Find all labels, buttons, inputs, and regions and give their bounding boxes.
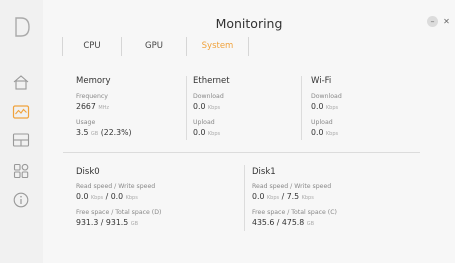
disk0-write-number: 0.0	[110, 192, 124, 201]
tab-bar: CPU GPU System	[62, 37, 249, 56]
tab-cpu[interactable]: CPU	[62, 37, 121, 56]
disk0-free-number: 931.3	[76, 218, 99, 227]
disk0-space-label: Free space / Total space (D)	[76, 209, 162, 216]
wifi-download-value: 0.0 Kbps	[311, 102, 338, 111]
ethernet-download-number: 0.0	[193, 102, 206, 111]
minimize-icon: –	[430, 17, 435, 26]
disk0-title: Disk0	[76, 167, 100, 177]
wifi-download-label: Download	[311, 93, 342, 100]
disk0-space-unit: GB	[130, 221, 139, 227]
layout-icon	[12, 132, 30, 152]
memory-frequency-label: Frequency	[76, 93, 108, 100]
memory-usage-value: 3.5 GB (22.3%)	[76, 128, 132, 137]
close-icon: ✕	[443, 17, 450, 26]
info-icon	[13, 192, 29, 212]
disk0-read-unit: Kbps	[90, 195, 104, 201]
memory-title: Memory	[76, 76, 111, 86]
wifi-title: Wi-Fi	[311, 76, 332, 86]
section-divider	[63, 152, 420, 153]
ethernet-download-label: Download	[193, 93, 224, 100]
disk0-space-value: 931.3 / 931.5 GB	[76, 218, 139, 227]
ethernet-upload-unit: Kbps	[207, 131, 221, 137]
disk1-space-value: 435.6 / 475.8 GB	[252, 218, 315, 227]
disk1-space-label: Free space / Total space (C)	[252, 209, 337, 216]
wifi-upload-unit: Kbps	[325, 131, 339, 137]
disk0-read-number: 0.0	[76, 192, 89, 201]
sidebar-item-info[interactable]	[10, 191, 32, 213]
memory-usage-number: 3.5	[76, 128, 89, 137]
wifi-download-number: 0.0	[311, 102, 324, 111]
ethernet-download-unit: Kbps	[207, 105, 221, 111]
disk1-speed-label: Read speed / Write speed	[252, 183, 332, 190]
memory-frequency-number: 2667	[76, 102, 96, 111]
disk0-write-unit: Kbps	[125, 195, 138, 201]
app-window: Monitoring – ✕ CPU GPU System Memory Fre…	[0, 0, 455, 263]
disk1-speed-value: 0.0 Kbps / 7.5 Kbps	[252, 192, 314, 201]
memory-frequency-value: 2667 MHz	[76, 102, 109, 111]
disk1-title: Disk1	[252, 167, 276, 177]
divider	[301, 76, 302, 140]
disk0-total-number: 931.5	[105, 218, 129, 227]
main-panel: Monitoring – ✕ CPU GPU System Memory Fre…	[43, 0, 455, 263]
wifi-upload-label: Upload	[311, 119, 333, 126]
sidebar-item-layout[interactable]	[10, 131, 32, 153]
memory-usage-unit: GB	[90, 131, 99, 137]
divider	[244, 165, 245, 231]
ethernet-title: Ethernet	[193, 76, 230, 86]
ethernet-upload-number: 0.0	[193, 128, 206, 137]
ethernet-upload-value: 0.0 Kbps	[193, 128, 220, 137]
sidebar	[0, 0, 44, 263]
sidebar-item-monitoring[interactable]	[10, 103, 32, 125]
divider	[186, 76, 187, 140]
disk1-read-unit: Kbps	[266, 195, 280, 201]
disk1-free-number: 435.6	[252, 218, 275, 227]
sidebar-item-apps[interactable]	[10, 162, 32, 184]
memory-usage-label: Usage	[76, 119, 96, 126]
monitor-chart-icon	[12, 104, 30, 124]
tab-gpu[interactable]: GPU	[121, 37, 186, 56]
memory-frequency-unit: MHz	[98, 105, 110, 111]
apps-icon	[13, 163, 29, 183]
close-button[interactable]: ✕	[441, 16, 452, 27]
wifi-download-unit: Kbps	[325, 105, 339, 111]
disk1-write-number: 7.5	[286, 192, 300, 201]
app-logo	[13, 16, 31, 38]
wifi-upload-value: 0.0 Kbps	[311, 128, 338, 137]
disk1-space-unit: GB	[306, 221, 315, 227]
disk1-write-unit: Kbps	[301, 195, 314, 201]
wifi-upload-number: 0.0	[311, 128, 324, 137]
disk1-total-number: 475.8	[281, 218, 305, 227]
disk0-speed-label: Read speed / Write speed	[76, 183, 156, 190]
page-title: Monitoring	[215, 16, 283, 31]
minimize-button[interactable]: –	[427, 16, 438, 27]
ethernet-download-value: 0.0 Kbps	[193, 102, 220, 111]
sidebar-item-home[interactable]	[10, 73, 32, 95]
memory-usage-percent: (22.3%)	[100, 128, 132, 137]
home-icon	[12, 74, 30, 94]
tab-system[interactable]: System	[186, 37, 249, 56]
ethernet-upload-label: Upload	[193, 119, 215, 126]
disk1-read-number: 0.0	[252, 192, 265, 201]
disk0-speed-value: 0.0 Kbps / 0.0 Kbps	[76, 192, 138, 201]
